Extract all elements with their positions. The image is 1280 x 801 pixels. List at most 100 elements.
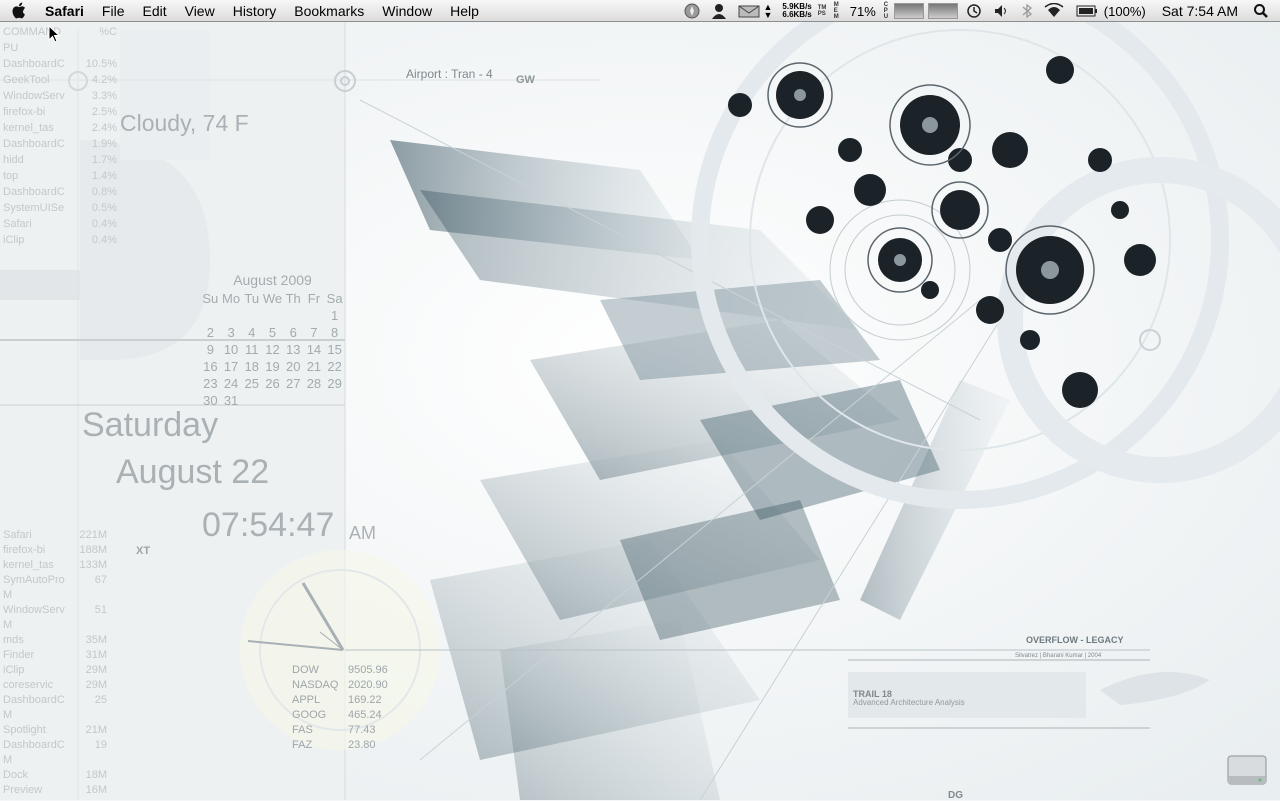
cpu-process-value: 0.4% bbox=[91, 218, 117, 230]
calendar-week: 23 24 25 26 27 28 29 bbox=[200, 375, 345, 392]
calendar-day bbox=[304, 307, 325, 324]
xt-label: XT bbox=[136, 545, 151, 557]
overflow-credit: Silvatrez | Bharani Kumar | 2004 bbox=[1015, 653, 1102, 659]
tm-ps-label: TM PS bbox=[817, 5, 827, 17]
menu-edit[interactable]: Edit bbox=[133, 0, 175, 22]
weekday-label: Saturday bbox=[82, 406, 219, 444]
dg-label: DG bbox=[948, 790, 963, 801]
cpu-graph[interactable] bbox=[893, 3, 924, 19]
apple-icon[interactable] bbox=[0, 0, 36, 22]
memory-process-row: Safari 221M bbox=[3, 528, 107, 543]
volume-icon[interactable] bbox=[988, 0, 1016, 22]
stock-symbol: FAS bbox=[292, 724, 313, 736]
cpu-process-value: 1.9% bbox=[91, 138, 117, 150]
calendar-day bbox=[262, 392, 283, 409]
stock-symbol: GOOG bbox=[292, 709, 327, 721]
gw-label: GW bbox=[516, 74, 535, 86]
spotlight-icon[interactable] bbox=[1248, 0, 1280, 22]
menu-help[interactable]: Help bbox=[441, 0, 488, 22]
memory-process-value: 21M bbox=[85, 724, 107, 736]
battery-percent: (100%) bbox=[1103, 3, 1146, 19]
trail-subtitle: Advanced Architecture Analysis bbox=[853, 698, 965, 707]
stock-symbol: DOW bbox=[292, 664, 319, 676]
cpu-subheader-text: PU bbox=[3, 42, 19, 54]
user-icon[interactable] bbox=[706, 0, 732, 22]
calendar-day bbox=[283, 392, 304, 409]
weather-widget: Cloudy, 74 F bbox=[120, 110, 249, 136]
calendar-day bbox=[304, 392, 325, 409]
compass-icon[interactable] bbox=[678, 0, 706, 22]
calendar-day: 23 bbox=[203, 376, 218, 391]
cpu-process-row: GeekTool 4.2% bbox=[3, 72, 117, 88]
network-monitor[interactable]: 5.9KB/s 6.6KB/s bbox=[778, 3, 815, 19]
airport-status: Airport : Tran - 4 bbox=[406, 67, 493, 81]
hard-drive-icon[interactable] bbox=[1226, 750, 1268, 790]
menu-view[interactable]: View bbox=[176, 0, 224, 22]
calendar-day: 17 bbox=[223, 359, 239, 374]
calendar-day: 10 bbox=[223, 342, 239, 357]
memory-process-list: Safari 221M firefox-bi 188M kernel_tas 133M Sy… bbox=[3, 528, 107, 798]
calendar-day bbox=[200, 307, 221, 324]
cpu-process-name: firefox-bi bbox=[3, 106, 46, 118]
calendar-week: 16 17 18 19 20 21 22 bbox=[200, 358, 345, 375]
stock-row: FAZ 23.80 bbox=[292, 738, 388, 753]
stock-row: NASDAQ 2020.90 bbox=[292, 678, 388, 693]
menu-file[interactable]: File bbox=[93, 0, 134, 22]
memory-process-value bbox=[75, 618, 107, 633]
memory-process-name: M bbox=[3, 619, 13, 631]
memory-process-name: WindowServ bbox=[3, 604, 65, 616]
bluetooth-icon[interactable] bbox=[1016, 0, 1038, 22]
calendar-day: 12 bbox=[265, 342, 280, 357]
time-machine-icon[interactable] bbox=[960, 0, 988, 22]
menu-clock[interactable]: Sat 7:54 AM bbox=[1152, 0, 1248, 22]
calendar-weekday: Sa bbox=[326, 291, 343, 306]
cpu-process-row: WindowServ 3.3% bbox=[3, 88, 117, 104]
calendar-day: 27 bbox=[285, 376, 301, 391]
calendar-day: 5 bbox=[268, 325, 277, 340]
memory-process-name: Spotlight bbox=[3, 724, 46, 736]
calendar-day: 18 bbox=[244, 359, 260, 374]
memory-process-name: Preview bbox=[3, 784, 43, 796]
cpu-header-value: %C bbox=[99, 26, 117, 38]
wifi-icon[interactable] bbox=[1038, 0, 1070, 22]
calendar-day: 26 bbox=[265, 376, 280, 391]
memory-process-row: DashboardC 19 bbox=[3, 738, 107, 753]
cpu-process-value: 0.8% bbox=[91, 186, 117, 198]
memory-process-row: mds 35M bbox=[3, 633, 107, 648]
calendar-weekday: Su bbox=[202, 291, 219, 306]
menu-app-safari[interactable]: Safari bbox=[36, 0, 93, 22]
menu-bookmarks[interactable]: Bookmarks bbox=[285, 0, 373, 22]
cpu-process-name: DashboardC bbox=[3, 138, 65, 150]
calendar-day: 24 bbox=[223, 376, 239, 391]
net-download: 6.6KB/s bbox=[782, 10, 812, 19]
battery-icon[interactable]: (100%) bbox=[1070, 0, 1152, 22]
mouse-pointer-icon bbox=[48, 25, 60, 43]
calendar-day: 6 bbox=[289, 325, 297, 340]
memory-process-name: mds bbox=[3, 634, 24, 646]
ampm-label: AM bbox=[349, 523, 376, 543]
calendar-day: 15 bbox=[327, 342, 342, 357]
calendar-day: 8 bbox=[331, 325, 339, 340]
mem-label: MEM bbox=[833, 2, 839, 20]
memory-process-row: Dock 18M bbox=[3, 768, 107, 783]
memory-process-value: 29M bbox=[85, 679, 107, 691]
cpu-process-name: SystemUISe bbox=[3, 202, 65, 214]
cpu-percent[interactable]: 71% bbox=[844, 0, 882, 22]
memory-process-value: 31M bbox=[85, 649, 107, 661]
cpu-header-name: COMMAND bbox=[3, 26, 62, 38]
memory-process-value: 188M bbox=[79, 544, 107, 556]
mail-icon[interactable]: ▲ ▼ bbox=[732, 0, 778, 22]
cpu-subheader: PU bbox=[3, 40, 117, 56]
menu-history[interactable]: History bbox=[224, 0, 286, 22]
memory-process-row: Spotlight 21M bbox=[3, 723, 107, 738]
menu-window[interactable]: Window bbox=[373, 0, 441, 22]
cpu-process-name: DashboardC bbox=[3, 186, 65, 198]
cpu-process-row: kernel_tas 2.4% bbox=[3, 120, 117, 136]
stocks-widget: DOW 9505.96 NASDAQ 2020.90 APPL 169.22 GOOG 465… bbox=[292, 663, 388, 753]
cpu-process-value: 0.4% bbox=[91, 234, 117, 246]
menu-bar: Safari File Edit View History Bookmarks … bbox=[0, 0, 1280, 22]
memory-process-row: coreservic 29M bbox=[3, 678, 107, 693]
cpu-process-value: 0.5% bbox=[91, 202, 117, 214]
memory-graph[interactable] bbox=[927, 3, 958, 19]
cpu-process-name: WindowServ bbox=[3, 90, 65, 102]
